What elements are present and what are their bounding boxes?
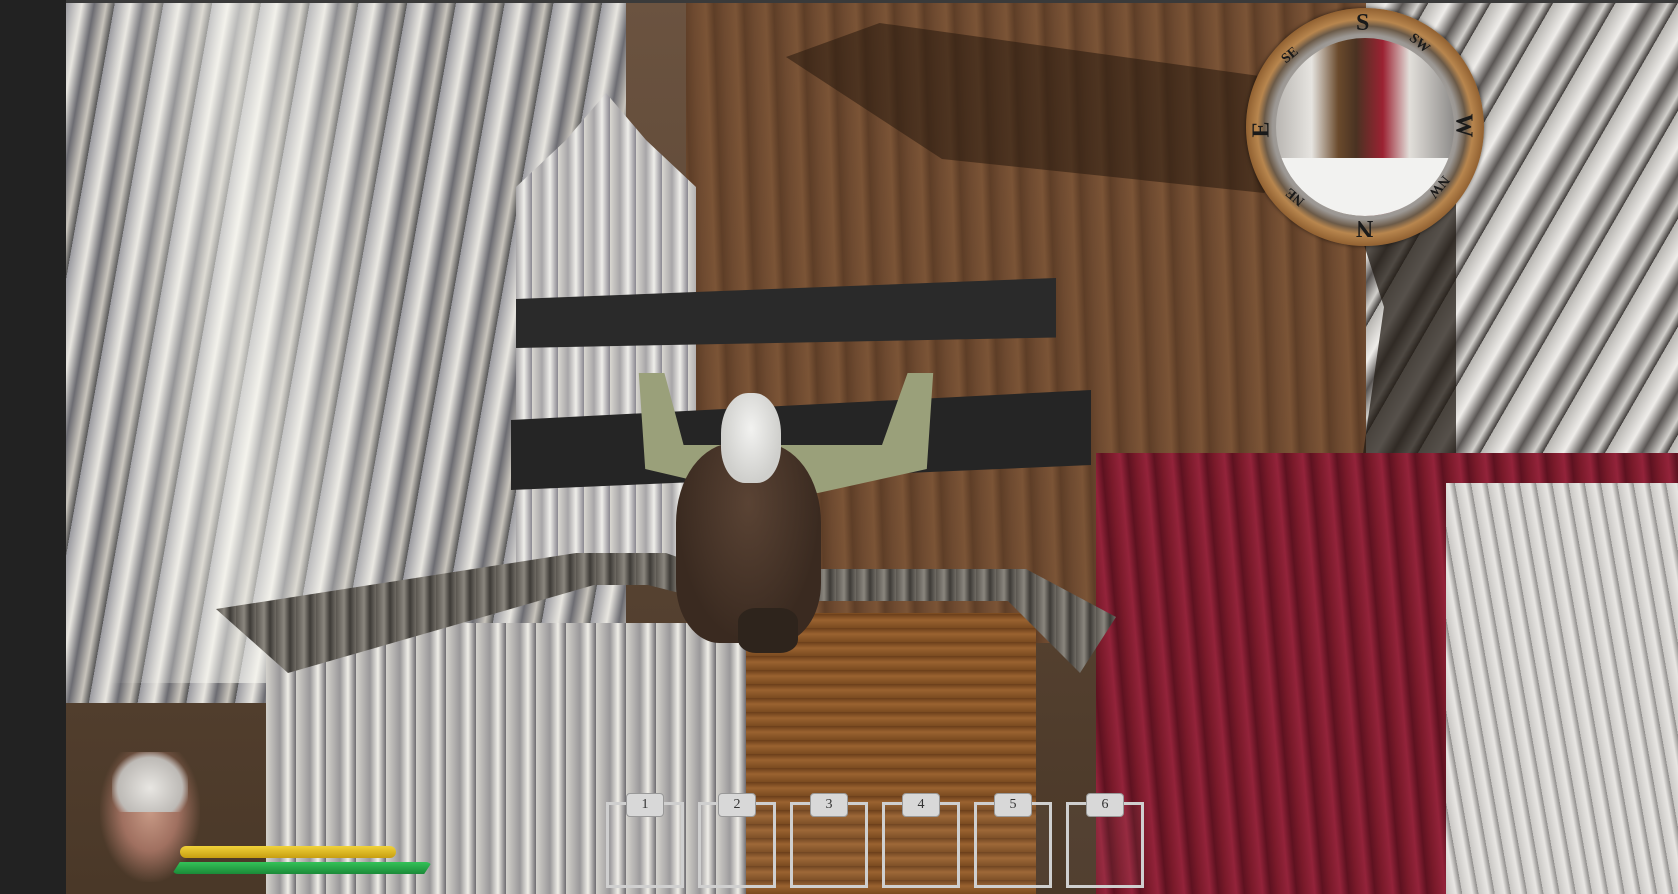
slot-number: 3 [810, 793, 848, 817]
hotbar-slot-2[interactable]: 2 [698, 793, 776, 888]
compass-southeast: SE [1278, 44, 1302, 67]
compass-south: S [1356, 10, 1370, 36]
slot-number: 5 [994, 793, 1032, 817]
player-feet [738, 608, 798, 653]
hotbar-slot-4[interactable]: 4 [882, 793, 960, 888]
hotbar-slot-3[interactable]: 3 [790, 793, 868, 888]
crystal-glow [106, 3, 406, 683]
portrait-hair [112, 752, 188, 812]
compass-north: N [1356, 215, 1374, 241]
stamina-bar [180, 846, 396, 858]
left-letterbox [0, 0, 66, 894]
hotbar-slot-6[interactable]: 6 [1066, 793, 1144, 888]
hotbar: 1 2 3 4 5 6 [606, 792, 1146, 894]
compass: S SW W NW N NE E SE [1246, 8, 1484, 246]
hotbar-slot-1[interactable]: 1 [606, 793, 684, 888]
compass-west: W [1450, 113, 1477, 138]
slot-number: 4 [902, 793, 940, 817]
hotbar-slot-5[interactable]: 5 [974, 793, 1052, 888]
white-carpet [1446, 483, 1678, 894]
player-head [721, 393, 781, 483]
health-bar [172, 862, 432, 874]
compass-east: E [1248, 121, 1275, 138]
slot-number: 6 [1086, 793, 1124, 817]
slot-number: 2 [718, 793, 756, 817]
slot-number: 1 [626, 793, 664, 817]
